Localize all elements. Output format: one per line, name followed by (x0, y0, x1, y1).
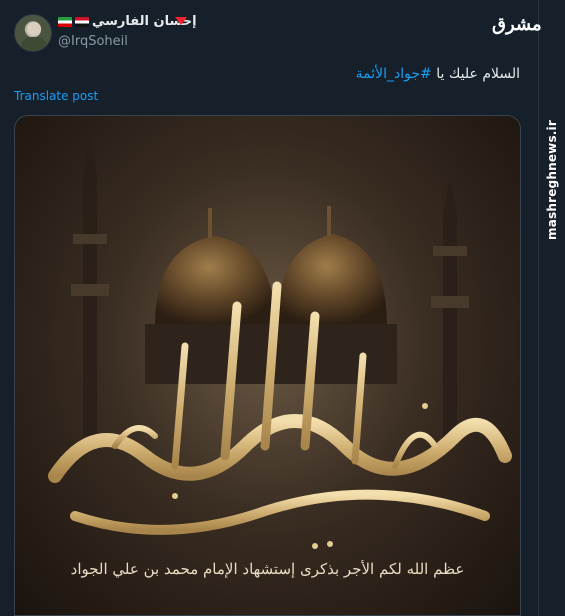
left-minaret (71, 136, 109, 436)
right-minaret (431, 176, 469, 446)
hashtag-link[interactable]: #جواد_الأئمة (356, 66, 432, 82)
iraq-flag-icon (75, 16, 89, 27)
watermark-strip (538, 0, 565, 616)
avatar-body (21, 37, 47, 51)
shrine-illustration (48, 136, 512, 549)
red-triangle-icon (175, 17, 187, 25)
image-caption: عظم الله لكم الأجر بذكرى إستشهاد الإمام … (70, 560, 465, 578)
author-handle[interactable]: @IrqSoheil (58, 34, 128, 49)
tweet-text: السلام عليك يا #جواد_الأئمة (356, 66, 520, 82)
tweet: إحسان الفارسي @IrqSoheil السلام عليك يا … (0, 0, 538, 616)
tweet-text-prefix: السلام عليك يا (431, 66, 520, 82)
avatar[interactable] (14, 14, 52, 52)
translate-post-link[interactable]: Translate post (14, 89, 98, 103)
tweet-image[interactable]: عظم الله لكم الأجر بذكرى إستشهاد الإمام … (14, 115, 521, 616)
mashregh-url: mashreghnews.ir (545, 120, 559, 240)
mashregh-logo: مشرق (492, 14, 542, 35)
iran-flag-icon (58, 16, 72, 27)
avatar-head (27, 22, 41, 36)
